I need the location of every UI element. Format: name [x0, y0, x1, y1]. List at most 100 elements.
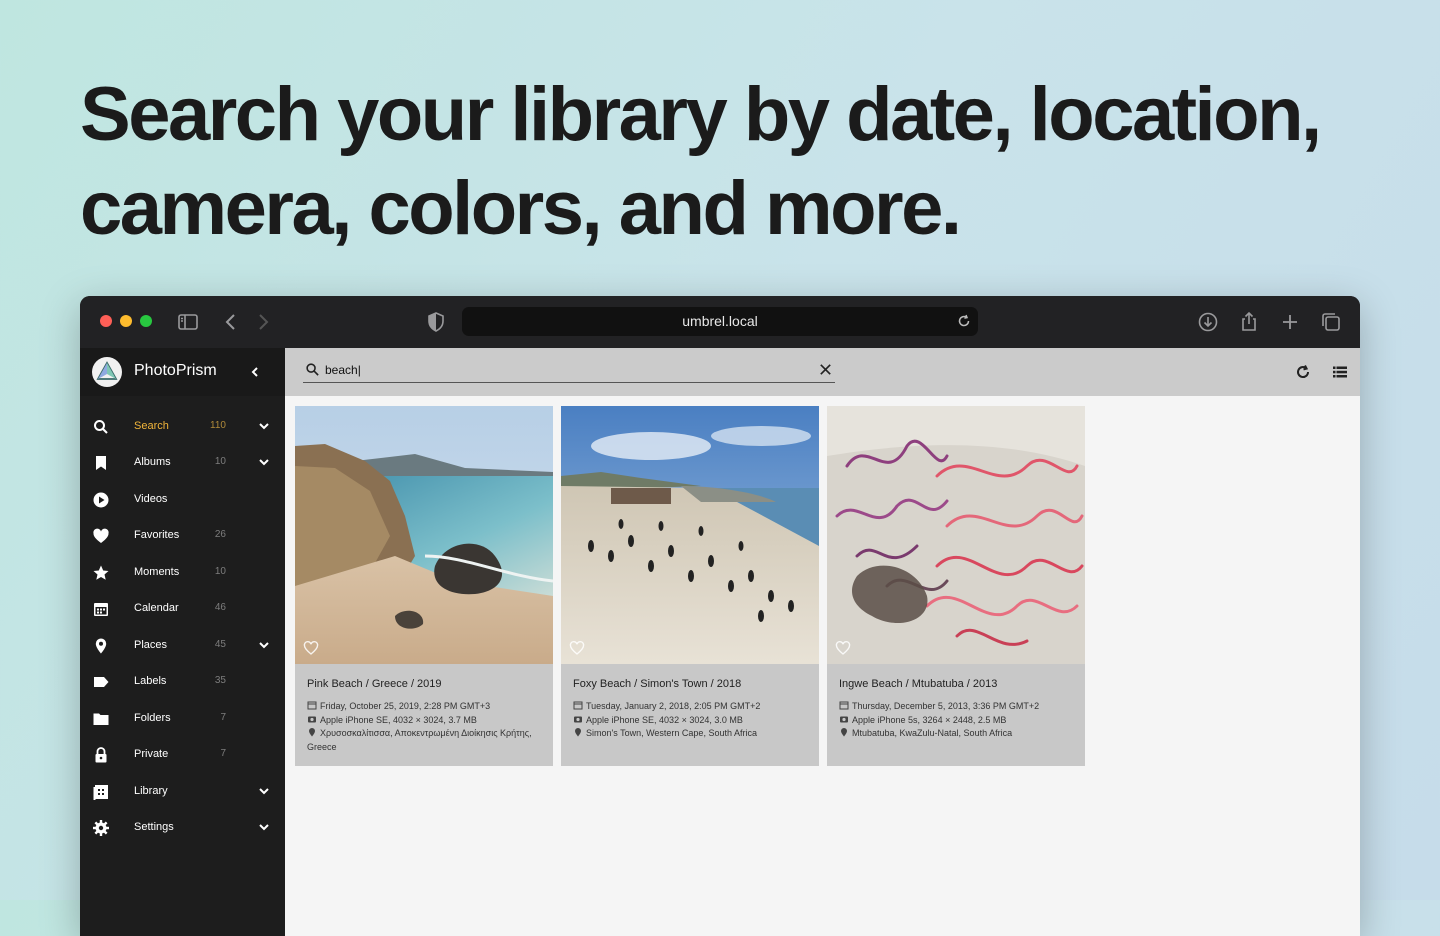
sidebar-item-places[interactable]: Places 45 [80, 628, 285, 664]
sidebar-item-label: Folders [134, 712, 171, 724]
reload-icon[interactable] [956, 313, 972, 329]
chevron-down-icon[interactable] [257, 419, 271, 433]
sidebar-item-label: Favorites [134, 529, 180, 541]
photo-camera-text: Apple iPhone SE, 4032 × 3024, 3.0 MB [586, 714, 743, 725]
photo-title[interactable]: Foxy Beach / Simon's Town / 2018 [573, 678, 741, 690]
tag-icon [92, 673, 110, 691]
sidebar-item-moments[interactable]: Moments 10 [80, 555, 285, 591]
sidebar-item-albums[interactable]: Albums 10 [80, 445, 285, 481]
calendar-icon [92, 600, 110, 618]
photo-card[interactable]: Foxy Beach / Simon's Town / 2018 Tuesday… [561, 406, 819, 766]
headline-line-2: camera, colors, and more. [80, 166, 962, 251]
sidebar-item-favorites[interactable]: Favorites 26 [80, 518, 285, 554]
sidebar-item-private[interactable]: Private 7 [80, 737, 285, 773]
forward-icon[interactable] [251, 310, 275, 334]
sidebar-item-label: Settings [134, 821, 174, 833]
address-bar[interactable]: umbrel.local [462, 307, 978, 336]
photo-date[interactable]: Tuesday, January 2, 2018, 2:05 PM GMT+2 [573, 700, 809, 714]
search-query: beach| [325, 363, 361, 377]
sidebar-item-folders[interactable]: Folders 7 [80, 701, 285, 737]
headline: Search your library by date, location, c… [80, 68, 1380, 256]
bookmark-icon [92, 454, 110, 472]
headline-line-1: Search your library by date, location, [80, 72, 1322, 157]
photo-location[interactable]: Simon's Town, Western Cape, South Africa [573, 727, 809, 741]
sidebar-item-label: Labels [134, 675, 167, 687]
refresh-icon[interactable] [1294, 363, 1312, 381]
sidebar-item-label: Places [134, 639, 168, 651]
map-pin-icon [307, 727, 317, 737]
sidebar-item-count: 7 [220, 712, 226, 723]
photo-thumbnail[interactable] [561, 406, 819, 664]
photo-date-text: Thursday, December 5, 2013, 3:36 PM GMT+… [852, 701, 1040, 711]
sidebar-item-label: Calendar [134, 602, 179, 614]
sidebar-item-library[interactable]: Library [80, 774, 285, 810]
photo-thumbnail[interactable] [827, 406, 1085, 664]
sidebar-item-label: Search [134, 420, 169, 432]
chevron-down-icon[interactable] [257, 638, 271, 652]
sidebar-item-calendar[interactable]: Calendar 46 [80, 591, 285, 627]
photo-camera[interactable]: Apple iPhone SE, 4032 × 3024, 3.7 MB [307, 714, 543, 728]
search-input[interactable]: beach| [303, 359, 835, 383]
calendar-icon [573, 700, 583, 710]
close-window-button[interactable] [100, 315, 112, 327]
sidebar-item-label: Library [134, 785, 168, 797]
sidebar-item-settings[interactable]: Settings [80, 810, 285, 846]
photo-location-text: Χρυσοσκαλίτισσα, Αποκεντρωμένη Διοίκησις… [307, 728, 532, 752]
browser-titlebar: umbrel.local [80, 296, 1360, 348]
photo-date-text: Tuesday, January 2, 2018, 2:05 PM GMT+2 [586, 701, 761, 711]
map-pin-icon [839, 727, 849, 737]
tab-overview-icon[interactable] [1319, 310, 1343, 334]
brand-header: PhotoPrism [80, 348, 285, 396]
sidebar-item-count: 45 [214, 639, 226, 650]
sidebar-item-label: Albums [134, 456, 171, 468]
minimize-window-button[interactable] [120, 315, 132, 327]
photo-date[interactable]: Friday, October 25, 2019, 2:28 PM GMT+3 [307, 700, 543, 714]
zoom-window-button[interactable] [140, 315, 152, 327]
favorite-heart-icon[interactable] [835, 640, 851, 656]
sidebar-item-label: Private [134, 748, 169, 760]
new-tab-icon[interactable] [1278, 310, 1302, 334]
favorite-heart-icon[interactable] [569, 640, 585, 656]
sidebar-item-count: 10 [214, 456, 226, 467]
downloads-icon[interactable] [1196, 310, 1220, 334]
gear-icon [92, 819, 110, 837]
back-icon[interactable] [219, 310, 243, 334]
sidebar-item-count: 26 [214, 529, 226, 540]
photo-card[interactable]: Pink Beach / Greece / 2019 Friday, Octob… [295, 406, 553, 766]
photo-date[interactable]: Thursday, December 5, 2013, 3:36 PM GMT+… [839, 700, 1075, 714]
sidebar-item-label: Videos [134, 493, 168, 505]
library-icon [92, 783, 110, 801]
list-view-icon[interactable] [1331, 363, 1349, 381]
sidebar-toggle-icon[interactable] [176, 310, 200, 334]
sidebar-item-videos[interactable]: Videos [80, 482, 285, 518]
photo-location[interactable]: Mtubatuba, KwaZulu-Natal, South Africa [839, 727, 1075, 741]
sidebar-item-count: 110 [210, 420, 226, 431]
app-name: PhotoPrism [134, 362, 217, 379]
chevron-down-icon[interactable] [257, 784, 271, 798]
privacy-shield-icon[interactable] [424, 310, 448, 334]
share-icon[interactable] [1237, 310, 1261, 334]
photo-title[interactable]: Pink Beach / Greece / 2019 [307, 678, 442, 690]
photoprism-logo-icon[interactable] [92, 357, 122, 387]
photo-thumbnail[interactable] [295, 406, 553, 664]
chevron-down-icon[interactable] [257, 820, 271, 834]
photo-camera[interactable]: Apple iPhone 5s, 3264 × 2448, 2.5 MB [839, 714, 1075, 728]
photo-camera-text: Apple iPhone 5s, 3264 × 2448, 2.5 MB [852, 714, 1007, 725]
photo-camera-text: Apple iPhone SE, 4032 × 3024, 3.7 MB [320, 714, 477, 725]
photo-location[interactable]: Χρυσοσκαλίτισσα, Αποκεντρωμένη Διοίκησις… [307, 727, 543, 754]
camera-icon [839, 714, 849, 724]
star-icon [92, 564, 110, 582]
photo-card[interactable]: Ingwe Beach / Mtubatuba / 2013 Thursday,… [827, 406, 1085, 766]
map-pin-icon [92, 637, 110, 655]
photo-date-text: Friday, October 25, 2019, 2:28 PM GMT+3 [320, 701, 491, 711]
photo-camera[interactable]: Apple iPhone SE, 4032 × 3024, 3.0 MB [573, 714, 809, 728]
collapse-sidebar-icon[interactable] [246, 363, 264, 381]
sidebar-item-search[interactable]: Search 110 [80, 409, 285, 445]
clear-search-icon[interactable] [818, 362, 833, 377]
browser-window: umbrel.local PhotoPrism Search 110 Album… [80, 296, 1360, 936]
search-icon [92, 418, 110, 436]
favorite-heart-icon[interactable] [303, 640, 319, 656]
sidebar-item-labels[interactable]: Labels 35 [80, 664, 285, 700]
photo-title[interactable]: Ingwe Beach / Mtubatuba / 2013 [839, 678, 997, 690]
chevron-down-icon[interactable] [257, 455, 271, 469]
